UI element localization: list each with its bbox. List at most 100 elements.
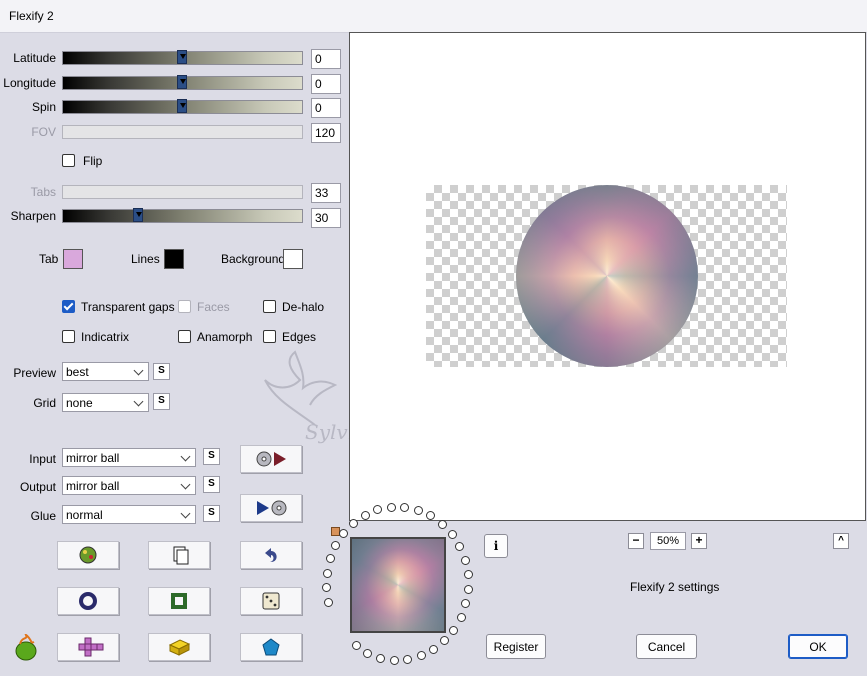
spin-value[interactable]: 0 (311, 98, 341, 118)
info-icon: i (493, 539, 499, 553)
sharpen-slider-thumb[interactable] (133, 208, 143, 222)
ring-button[interactable] (57, 587, 119, 615)
pentagon-gem-icon (262, 638, 280, 656)
input-s-button[interactable]: S (203, 448, 220, 465)
spin-slider-thumb[interactable] (177, 99, 187, 113)
randomize-colors-button[interactable] (57, 541, 119, 569)
pear-flame-icon (15, 632, 37, 661)
edges-checkbox[interactable] (263, 330, 276, 343)
input-select[interactable]: mirror ball (62, 448, 196, 467)
flip-checkbox[interactable] (62, 154, 75, 167)
fov-value: 120 (311, 123, 341, 143)
preset-slot[interactable] (413, 505, 423, 515)
anamorph-checkbox[interactable] (178, 330, 191, 343)
preset-slot[interactable] (349, 518, 359, 528)
load-input-button[interactable] (240, 445, 302, 473)
chevron-down-icon (180, 508, 191, 519)
preset-slot[interactable] (461, 599, 471, 609)
preset-slot[interactable] (331, 540, 341, 550)
latitude-value[interactable]: 0 (311, 49, 341, 69)
preset-slot[interactable] (449, 625, 459, 635)
sharpen-slider[interactable] (62, 208, 303, 223)
flaming-pear-logo (12, 632, 40, 662)
edges-label: Edges (282, 330, 317, 344)
background-color-swatch[interactable] (283, 249, 303, 269)
window-title: Flexify 2 (9, 9, 54, 23)
preset-slot[interactable] (460, 555, 470, 565)
de-halo-label: De-halo (282, 300, 325, 314)
preview-s-button[interactable]: S (153, 363, 170, 380)
cancel-button[interactable]: Cancel (636, 634, 697, 659)
preset-slot[interactable] (463, 570, 473, 580)
preview-canvas[interactable] (349, 32, 866, 521)
chevron-down-icon (133, 365, 144, 376)
zoom-out-button[interactable]: − (628, 533, 644, 549)
disc-to-play-icon (256, 451, 286, 467)
grid-select[interactable]: none (62, 393, 149, 412)
sharpen-value[interactable]: 30 (311, 208, 341, 228)
preset-slot[interactable] (389, 655, 399, 665)
ok-button[interactable]: OK (788, 634, 848, 659)
preset-slot[interactable] (386, 502, 396, 512)
title-bar: Flexify 2 (0, 0, 867, 33)
latitude-slider[interactable] (62, 50, 303, 65)
preview-select[interactable]: best (62, 362, 149, 381)
output-s-button[interactable]: S (203, 476, 220, 493)
preset-slot[interactable] (322, 568, 332, 578)
tabs-label: Tabs (30, 185, 56, 199)
tab-color-swatch[interactable] (63, 249, 83, 269)
longitude-value[interactable]: 0 (311, 74, 341, 94)
cross-net-button[interactable] (57, 633, 119, 661)
preset-thumbnail[interactable] (350, 537, 446, 633)
zoom-in-button[interactable]: + (691, 533, 707, 549)
output-label: Output (19, 480, 56, 494)
spin-slider[interactable] (62, 99, 303, 114)
preset-slot[interactable] (360, 510, 370, 520)
preset-slot[interactable] (351, 641, 361, 651)
de-halo-checkbox[interactable] (263, 300, 276, 313)
expand-button[interactable]: ^ (833, 533, 849, 549)
save-output-button[interactable] (240, 494, 302, 522)
undo-button[interactable] (240, 541, 302, 569)
brick-button[interactable] (148, 633, 210, 661)
brick-icon (168, 639, 191, 656)
preset-slot[interactable] (403, 654, 413, 664)
preset-slot[interactable] (429, 645, 438, 655)
preset-slot[interactable] (456, 613, 466, 623)
glue-select[interactable]: normal (62, 505, 196, 524)
frame-button[interactable] (148, 587, 210, 615)
indicatrix-checkbox[interactable] (62, 330, 75, 343)
preset-slot[interactable] (363, 648, 373, 658)
chevron-down-icon (133, 396, 144, 407)
glue-s-button[interactable]: S (203, 505, 220, 522)
preset-slot[interactable] (447, 529, 457, 539)
transparent-gaps-checkbox[interactable] (62, 300, 75, 313)
preset-slot[interactable] (437, 519, 447, 529)
output-select[interactable]: mirror ball (62, 476, 196, 495)
copy-button[interactable] (148, 541, 210, 569)
cube-net-icon (78, 637, 104, 657)
info-button[interactable]: i (484, 534, 508, 558)
preset-slot[interactable] (463, 584, 473, 594)
gem-button[interactable] (240, 633, 302, 661)
random-button[interactable] (240, 587, 302, 615)
preset-slot[interactable] (440, 636, 450, 646)
longitude-slider[interactable] (62, 75, 303, 90)
grid-s-button[interactable]: S (153, 393, 170, 410)
lines-color-swatch[interactable] (164, 249, 184, 269)
preset-slot[interactable] (416, 651, 426, 661)
longitude-slider-thumb[interactable] (177, 75, 187, 89)
preset-slot[interactable] (324, 598, 334, 608)
preset-slot[interactable] (339, 528, 349, 538)
frame-square-icon (171, 593, 187, 609)
preset-slot[interactable] (322, 583, 332, 593)
preset-slot[interactable] (376, 653, 386, 663)
anamorph-label: Anamorph (197, 330, 253, 344)
register-button[interactable]: Register (486, 634, 546, 659)
preset-slot[interactable] (455, 542, 465, 552)
indicatrix-label: Indicatrix (81, 330, 130, 344)
preset-slot[interactable] (325, 554, 335, 564)
latitude-slider-thumb[interactable] (177, 50, 187, 64)
palette-icon (79, 546, 97, 564)
preview-label: Preview (13, 366, 56, 380)
